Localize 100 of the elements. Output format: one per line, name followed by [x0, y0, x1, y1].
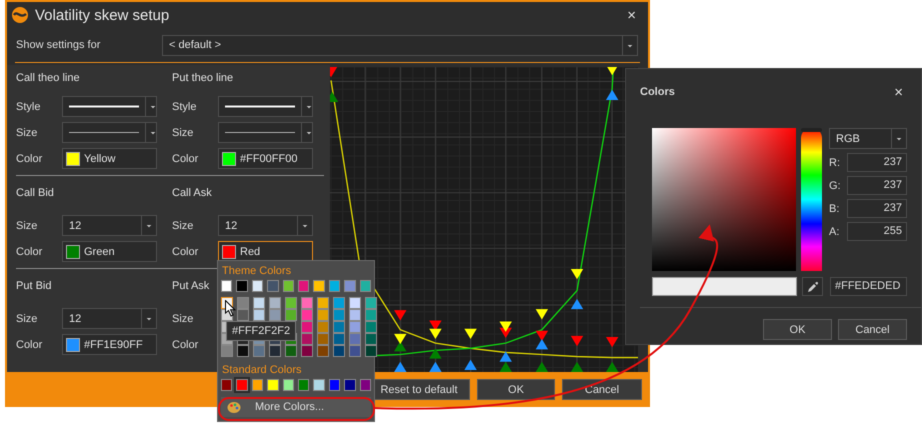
color-swatch[interactable] [317, 309, 329, 321]
color-swatch[interactable] [269, 297, 281, 309]
color-tooltip: #FFF2F2F2 [226, 321, 296, 341]
color-swatch[interactable] [365, 297, 377, 309]
color-picker-field[interactable]: #FF1E90FF [62, 334, 157, 355]
color-swatch[interactable] [282, 280, 294, 292]
color-swatch[interactable] [333, 345, 345, 357]
put-bid-marker [500, 351, 512, 362]
channel-input[interactable]: 237 [847, 199, 907, 218]
color-swatch[interactable] [360, 379, 372, 391]
line-style-dropdown[interactable] [218, 122, 313, 143]
color-swatch[interactable] [269, 309, 281, 321]
line-style-dropdown[interactable] [62, 122, 157, 143]
section-title: Put Bid [16, 279, 52, 294]
color-swatch[interactable] [253, 345, 265, 357]
put-ask-marker [394, 334, 406, 344]
channel-input[interactable]: 237 [847, 153, 907, 172]
put-ask-marker [536, 309, 548, 320]
hue-slider[interactable] [801, 128, 822, 271]
saturation-gradient[interactable] [652, 128, 796, 271]
dialog-button[interactable]: OK [477, 379, 555, 400]
color-swatch[interactable] [317, 345, 329, 357]
put-bid-marker [570, 298, 584, 310]
color-swatch[interactable] [365, 309, 377, 321]
color-swatch[interactable] [301, 333, 313, 345]
color-swatch[interactable] [282, 379, 294, 391]
mouse-cursor-icon [225, 300, 236, 317]
color-swatch[interactable] [252, 280, 264, 292]
color-swatch[interactable] [317, 297, 329, 309]
eyedropper-icon [806, 280, 818, 292]
settings-dropdown[interactable]: < default > [162, 34, 638, 56]
more-colors-button[interactable]: More Colors... [221, 397, 371, 417]
color-swatch[interactable] [349, 345, 361, 357]
color-swatch[interactable] [301, 297, 313, 309]
color-swatch[interactable] [333, 321, 345, 333]
color-swatch[interactable] [317, 333, 329, 345]
color-swatch[interactable] [253, 297, 265, 309]
color-swatch[interactable] [269, 345, 281, 357]
call-ask-marker [606, 336, 618, 348]
color-swatch[interactable] [333, 309, 345, 321]
color-swatch[interactable] [349, 309, 361, 321]
color-swatch[interactable] [301, 321, 313, 333]
size-dropdown[interactable]: 12 [62, 308, 157, 329]
color-swatch[interactable] [221, 345, 233, 357]
eyedropper-button[interactable] [802, 277, 823, 296]
line-style-dropdown[interactable] [218, 96, 313, 117]
channel-input[interactable]: 255 [847, 222, 907, 241]
color-swatch[interactable] [221, 280, 232, 292]
hue-thumb[interactable] [801, 128, 822, 132]
dialog-title: Colors [640, 86, 676, 98]
color-swatch[interactable] [313, 379, 325, 391]
color-picker-field[interactable]: Green [62, 241, 157, 262]
color-picker-field[interactable]: Red [218, 241, 313, 262]
color-swatch[interactable] [365, 345, 377, 357]
mode-dropdown[interactable]: RGB [829, 128, 907, 149]
color-swatch[interactable] [236, 280, 248, 292]
color-swatch[interactable] [237, 297, 249, 309]
line-preview-icon [69, 104, 139, 108]
color-picker-field[interactable]: Yellow [62, 148, 157, 169]
color-swatch[interactable] [317, 321, 329, 333]
section-title: Call Bid [16, 186, 54, 201]
color-swatch[interactable] [349, 333, 361, 345]
size-dropdown[interactable]: 12 [62, 215, 157, 236]
color-swatch[interactable] [301, 309, 313, 321]
color-swatch[interactable] [365, 321, 377, 333]
color-swatch[interactable] [333, 333, 345, 345]
color-swatch[interactable] [285, 309, 297, 321]
color-swatch[interactable] [360, 280, 372, 292]
hex-input[interactable]: #FFEDEDED [830, 277, 907, 296]
color-swatch[interactable] [253, 309, 265, 321]
color-swatch[interactable] [313, 280, 325, 292]
dialog-button[interactable]: OK [763, 319, 832, 340]
color-swatch[interactable] [237, 345, 249, 357]
color-swatch[interactable] [328, 280, 340, 292]
dialog-button[interactable]: Cancel [838, 319, 907, 340]
color-swatch[interactable] [285, 345, 297, 357]
channel-input[interactable]: 237 [847, 176, 907, 195]
color-swatch[interactable] [344, 280, 356, 292]
close-button[interactable]: × [890, 84, 907, 100]
color-picker-field[interactable]: #FF00FF00 [218, 148, 313, 169]
color-swatch[interactable] [221, 379, 232, 391]
color-swatch[interactable] [349, 297, 361, 309]
color-swatch[interactable] [285, 297, 297, 309]
color-swatch[interactable] [365, 333, 377, 345]
color-swatch[interactable] [267, 280, 279, 292]
size-dropdown[interactable]: 12 [218, 215, 313, 236]
color-swatch[interactable] [333, 297, 345, 309]
color-swatch[interactable] [267, 379, 279, 391]
color-swatch[interactable] [349, 321, 361, 333]
color-swatch[interactable] [298, 280, 310, 292]
close-button[interactable]: × [623, 6, 640, 24]
color-swatch[interactable] [328, 379, 340, 391]
color-swatch[interactable] [237, 309, 249, 321]
color-swatch[interactable] [344, 379, 356, 391]
line-preview-icon [225, 130, 295, 134]
color-swatch[interactable] [236, 379, 248, 391]
color-swatch[interactable] [252, 379, 264, 391]
line-style-dropdown[interactable] [62, 96, 157, 117]
color-swatch[interactable] [301, 345, 313, 357]
color-swatch[interactable] [298, 379, 310, 391]
